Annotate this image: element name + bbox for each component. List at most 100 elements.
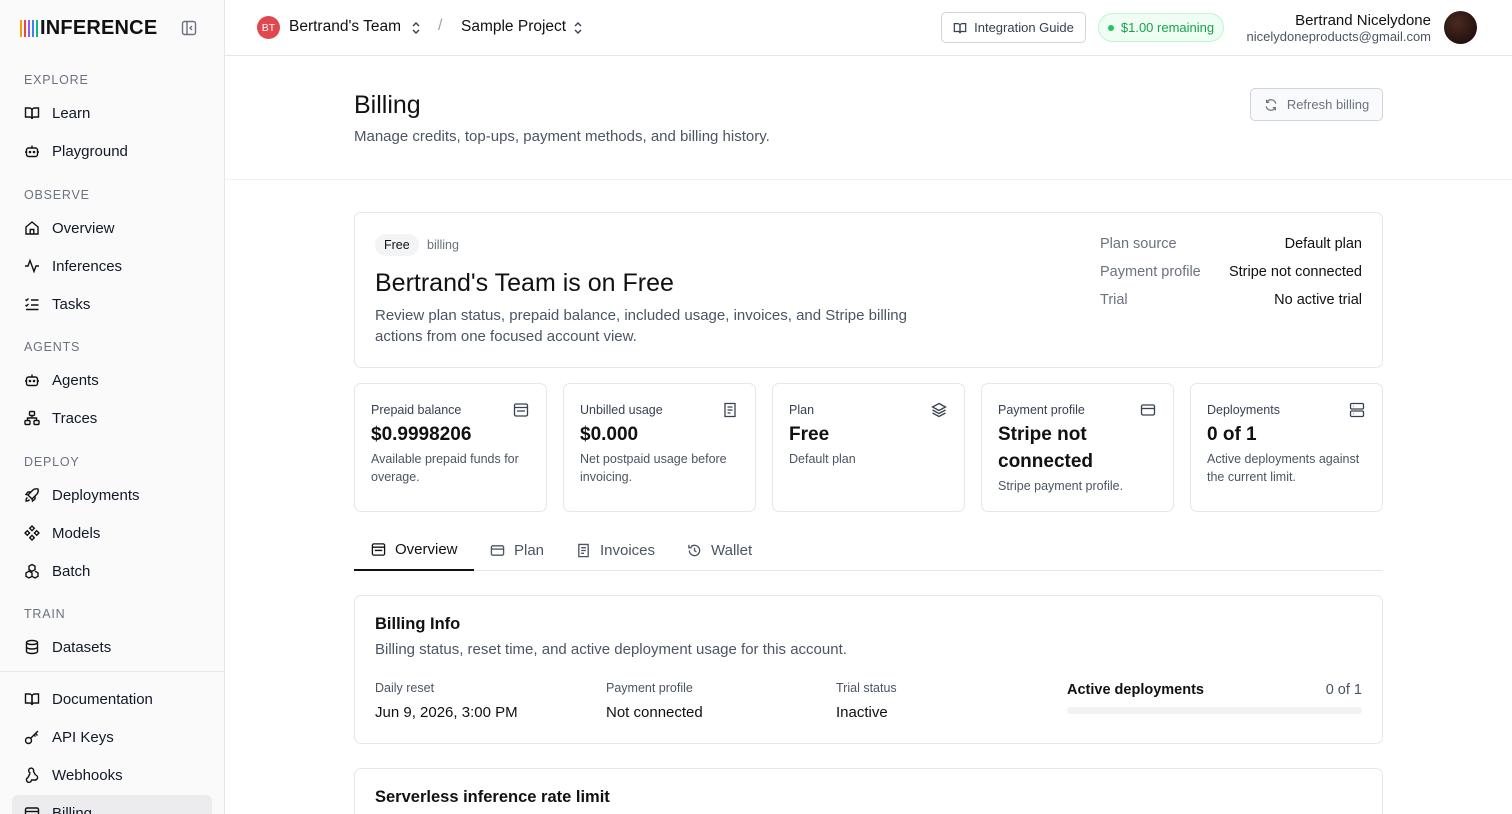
- sidebar-item-playground[interactable]: Playground: [12, 133, 212, 169]
- trial-status-label: Trial status: [836, 681, 897, 695]
- sidebar-item-label: Webhooks: [52, 766, 123, 784]
- stat-label: Unbilled usage: [580, 403, 663, 417]
- page-header: Billing Manage credits, top-ups, payment…: [225, 56, 1512, 180]
- book-icon: [24, 693, 40, 706]
- stat-description: Available prepaid funds for overage.: [371, 452, 519, 484]
- sidebar-item-inferences[interactable]: Inferences: [12, 248, 212, 284]
- tab-label: Wallet: [711, 541, 753, 559]
- stat-value: Stripe not connected: [998, 424, 1094, 472]
- payment-profile-label: Payment profile: [606, 681, 693, 695]
- plan-summary-description: Review plan status, prepaid balance, inc…: [375, 307, 907, 345]
- refresh-icon: [1265, 98, 1277, 111]
- plan-summary-title: Bertrand's Team is on Free: [375, 269, 674, 297]
- sidebar-item-label: Overview: [52, 219, 115, 237]
- nav-section-train: TRAIN: [24, 607, 66, 621]
- workflow-icon: [24, 410, 40, 426]
- plan-summary-card: Free billing Bertrand's Team is on Free …: [354, 212, 1383, 368]
- top-bar: BT Bertrand's Team / Sample Project Inte…: [225, 0, 1512, 56]
- rocket-icon: [24, 488, 39, 503]
- sidebar: INFERENCE EXPLORE Learn Playground OBSER…: [0, 0, 225, 814]
- stat-value: $0.000: [580, 424, 639, 445]
- breadcrumb-separator: /: [438, 17, 443, 34]
- home-icon: [25, 221, 39, 235]
- trial-label: Trial: [1100, 292, 1128, 308]
- key-icon: [24, 730, 39, 745]
- stat-value: $0.9998206: [371, 424, 472, 445]
- daily-reset-label: Daily reset: [375, 681, 435, 695]
- integration-guide-button[interactable]: Integration Guide: [941, 12, 1086, 43]
- wallet-icon: [24, 807, 40, 814]
- book-icon: [953, 22, 967, 33]
- project-switcher[interactable]: Sample Project: [461, 18, 566, 36]
- sidebar-item-label: Playground: [52, 142, 128, 160]
- sidebar-item-documentation[interactable]: Documentation: [12, 681, 212, 717]
- sidebar-divider: [0, 671, 224, 672]
- stat-label: Payment profile: [998, 403, 1085, 417]
- active-deployments-value: 0 of 1: [1325, 682, 1362, 698]
- logo-bar: [28, 19, 30, 37]
- stat-description: Default plan: [789, 452, 856, 466]
- tab-invoices[interactable]: Invoices: [576, 530, 655, 570]
- sidebar-item-tasks[interactable]: Tasks: [12, 286, 212, 322]
- sidebar-item-learn[interactable]: Learn: [12, 95, 212, 131]
- sidebar-item-label: Models: [52, 524, 101, 542]
- chevrons-up-down-icon[interactable]: [572, 20, 584, 36]
- rate-limit-title: Serverless inference rate limit: [375, 788, 610, 806]
- chevrons-up-down-icon[interactable]: [410, 20, 422, 36]
- tab-wallet[interactable]: Wallet: [687, 530, 752, 570]
- sidebar-item-label: Billing: [52, 804, 93, 814]
- sidebar-item-datasets[interactable]: Datasets: [12, 629, 212, 665]
- tab-overview[interactable]: Overview: [354, 530, 474, 571]
- sidebar-item-batch[interactable]: Batch: [12, 553, 212, 589]
- balance-label: $1.00 remaining: [1120, 20, 1215, 35]
- tab-label: Overview: [395, 541, 458, 558]
- nav-section-observe: OBSERVE: [24, 188, 90, 202]
- trial-value: No active trial: [1274, 292, 1362, 308]
- sidebar-item-traces[interactable]: Traces: [12, 400, 212, 436]
- payment-profile-value: Stripe not connected: [1228, 264, 1362, 280]
- team-switcher[interactable]: Bertrand's Team: [289, 18, 401, 36]
- sidebar-item-label: Batch: [52, 562, 91, 580]
- sidebar-item-agents[interactable]: Agents: [12, 362, 212, 398]
- tab-plan[interactable]: Plan: [490, 530, 544, 570]
- stat-label: Deployments: [1207, 403, 1280, 417]
- plan-source-value: Default plan: [1284, 236, 1362, 252]
- server-icon: [1349, 402, 1365, 418]
- user-avatar[interactable]: [1444, 11, 1477, 44]
- plan-badge-suffix: billing: [427, 238, 459, 252]
- plan-badge: Free: [375, 234, 419, 256]
- stat-value: 0 of 1: [1207, 424, 1257, 445]
- sidebar-item-webhooks[interactable]: Webhooks: [12, 757, 212, 793]
- refresh-billing-button[interactable]: Refresh billing: [1250, 88, 1383, 121]
- page-title: Billing: [354, 91, 421, 119]
- nav-section-deploy: DEPLOY: [24, 455, 80, 469]
- stat-value: Free: [789, 424, 830, 445]
- sidebar-collapse-icon[interactable]: [181, 20, 197, 36]
- component-icon: [24, 525, 40, 541]
- team-avatar[interactable]: BT: [257, 16, 280, 39]
- nav-section-explore: EXPLORE: [24, 73, 89, 87]
- list-check-icon: [25, 298, 39, 311]
- sidebar-item-api-keys[interactable]: API Keys: [12, 719, 212, 755]
- rate-limit-card: Serverless inference rate limit: [354, 768, 1383, 814]
- tab-label: Plan: [514, 541, 545, 559]
- sidebar-item-models[interactable]: Models: [12, 515, 212, 551]
- sidebar-item-label: Deployments: [52, 486, 140, 504]
- status-dot-icon: [1107, 24, 1114, 31]
- balance-badge[interactable]: $1.00 remaining: [1098, 13, 1224, 42]
- logo-bar: [36, 19, 38, 37]
- page-subtitle: Manage credits, top-ups, payment methods…: [354, 128, 770, 145]
- boxes-icon: [25, 563, 39, 579]
- book-icon: [24, 107, 40, 120]
- active-deployments-progress: [1067, 707, 1362, 714]
- sidebar-item-billing[interactable]: Billing: [12, 795, 212, 814]
- sidebar-item-label: API Keys: [52, 728, 114, 746]
- integration-guide-label: Integration Guide: [974, 20, 1074, 35]
- sidebar-item-overview[interactable]: Overview: [12, 210, 212, 246]
- receipt-icon: [724, 402, 736, 418]
- sidebar-item-deployments[interactable]: Deployments: [12, 477, 212, 513]
- payment-profile-value: Not connected: [606, 704, 703, 721]
- user-email: nicelydoneproducts@gmail.com: [1246, 29, 1431, 44]
- sidebar-item-label: Agents: [52, 371, 99, 389]
- stat-description: Stripe payment profile.: [998, 479, 1124, 493]
